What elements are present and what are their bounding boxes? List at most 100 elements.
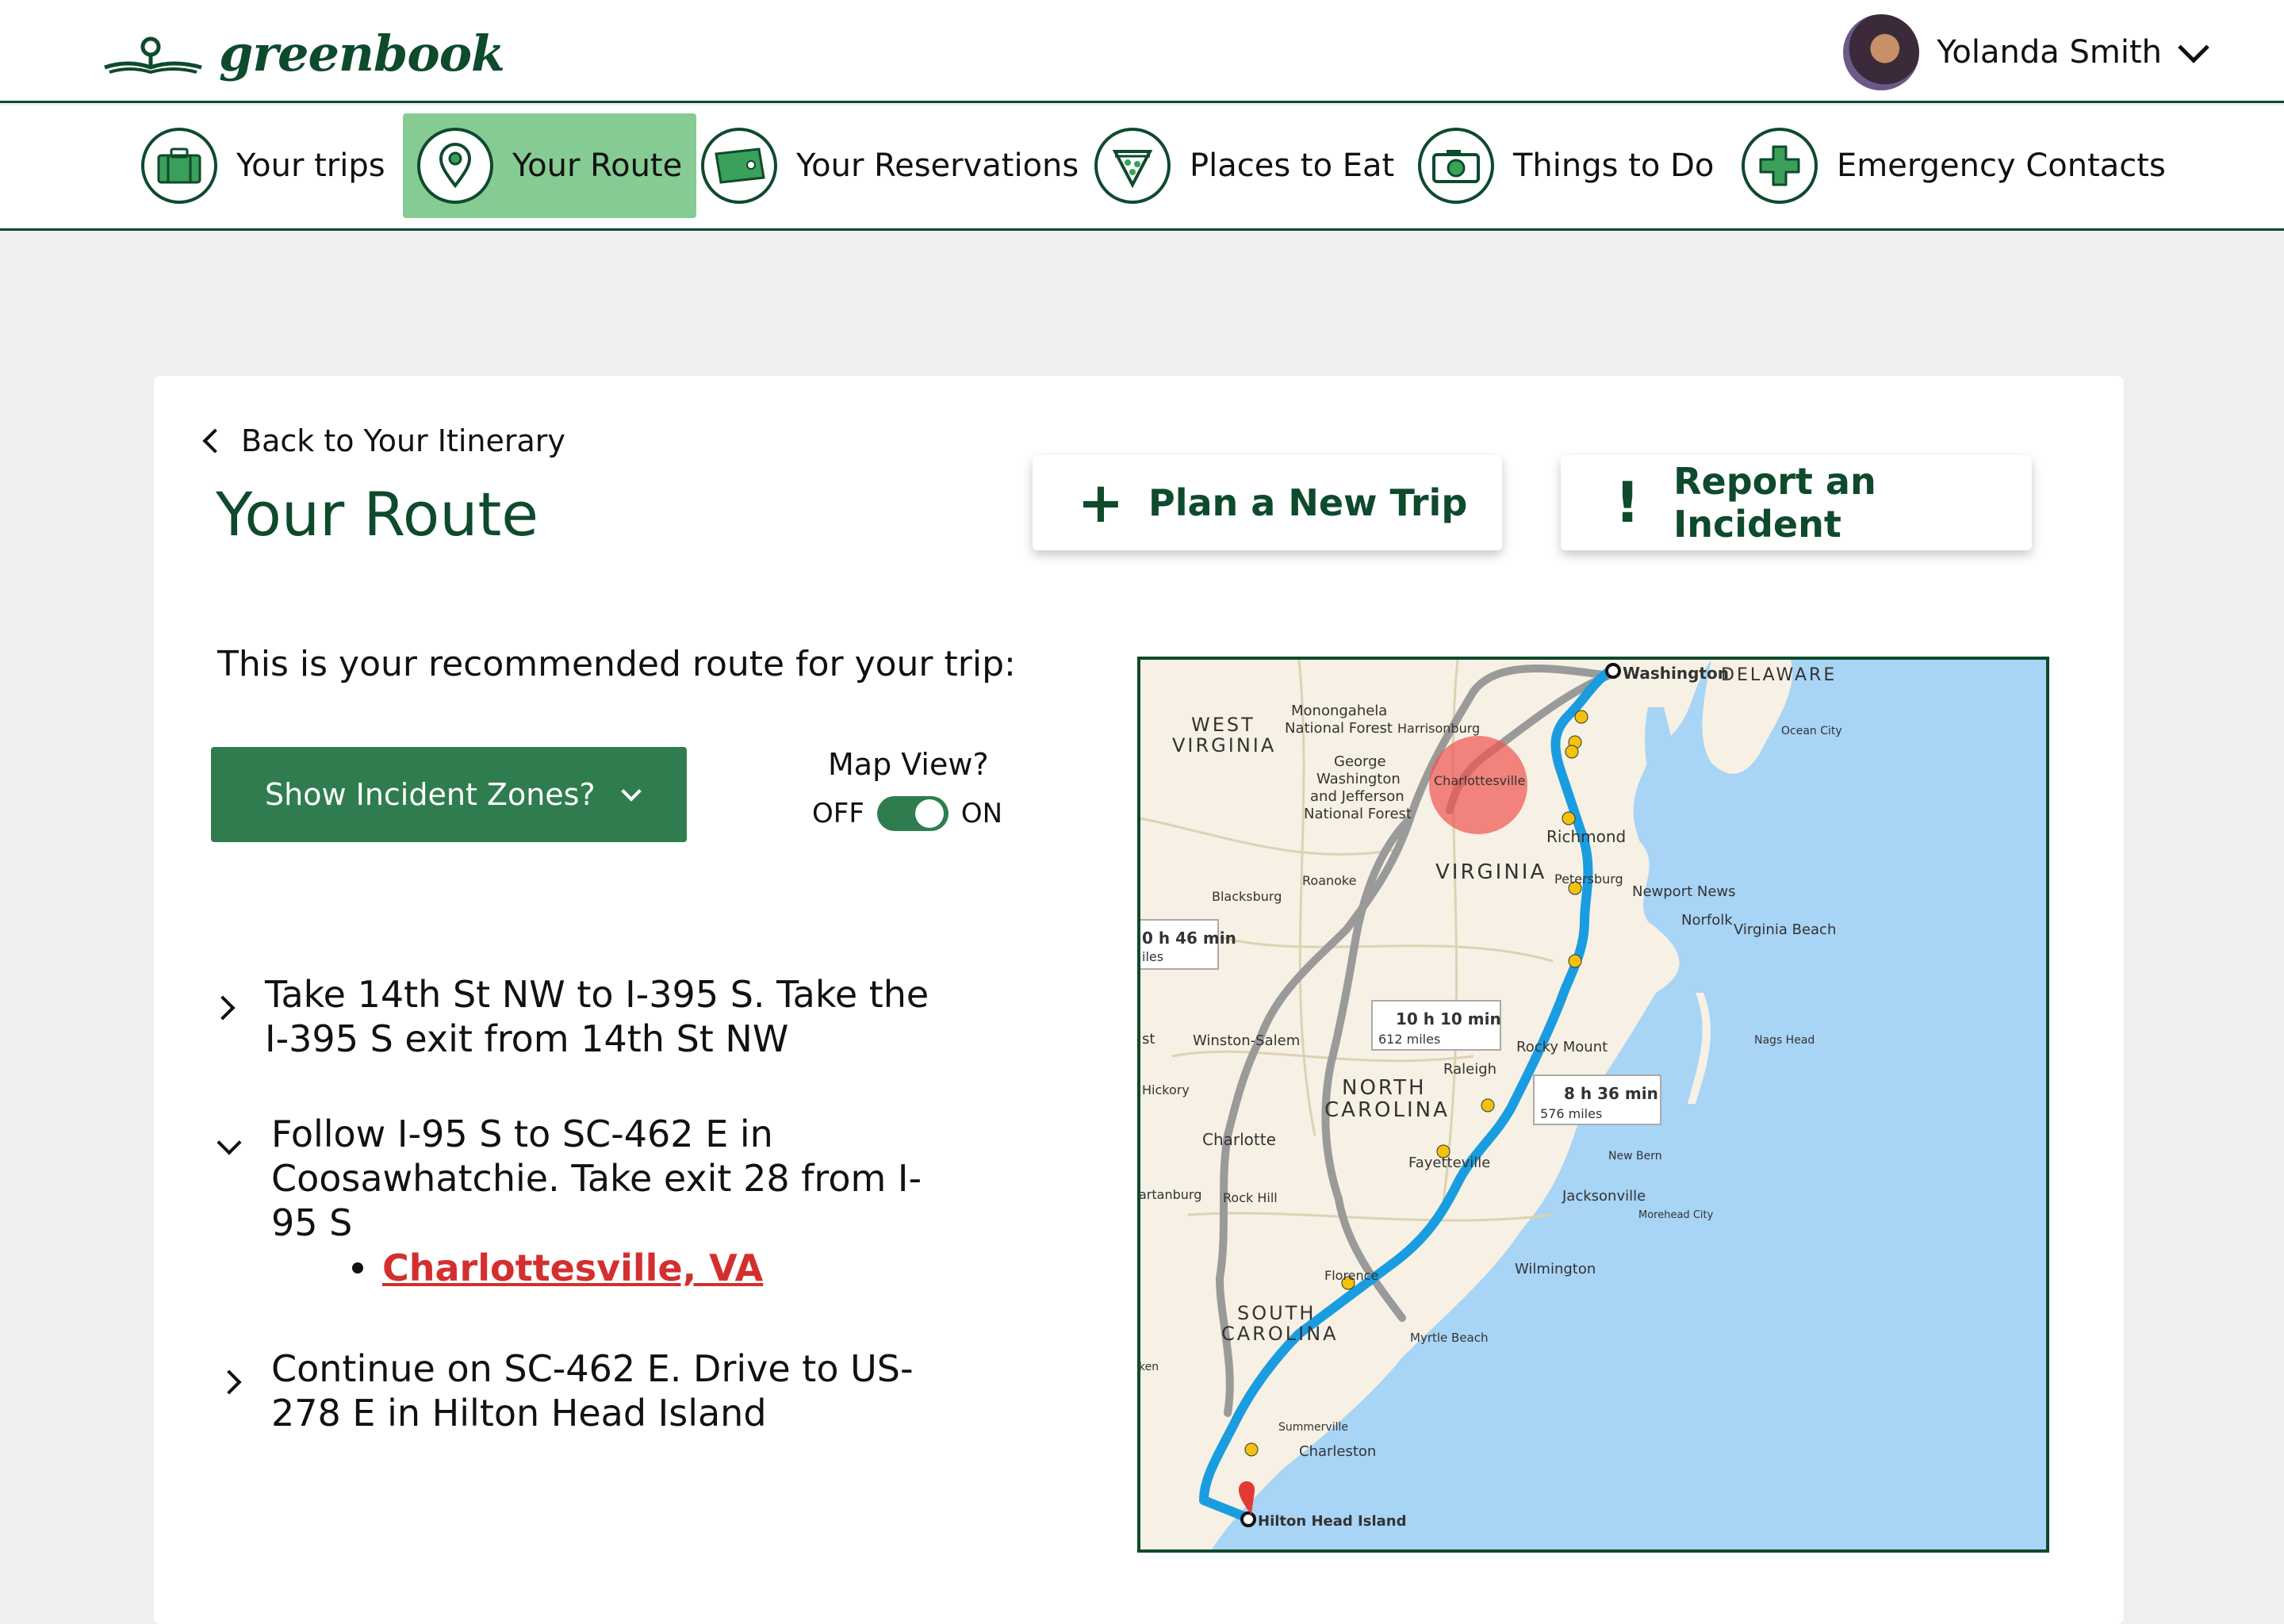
svg-text:Petersburg: Petersburg	[1554, 871, 1623, 887]
pizza-icon	[1094, 128, 1171, 204]
route-info-box-main: 8 h 36 min 576 miles	[1533, 1074, 1661, 1125]
map-view-label: Map View?	[828, 747, 989, 782]
svg-text:Richmond: Richmond	[1546, 827, 1626, 846]
logo-text: greenbook	[219, 24, 505, 82]
tab-your-route[interactable]: Your Route	[403, 113, 697, 218]
tab-label: Things to Do	[1513, 147, 1715, 184]
svg-text:Summerville: Summerville	[1278, 1421, 1348, 1434]
svg-text:Fayetteville: Fayetteville	[1408, 1155, 1490, 1171]
tab-your-trips[interactable]: Your trips	[127, 113, 400, 218]
incident-location-link[interactable]: Charlottesville, VA	[382, 1247, 763, 1289]
svg-text:0 h 46 min: 0 h 46 min	[1142, 929, 1236, 948]
svg-text:Winston-Salem: Winston-Salem	[1193, 1032, 1300, 1049]
step-text: Take 14th St NW to I-395 S. Take the I-3…	[265, 973, 929, 1060]
svg-text:WEST: WEST	[1191, 714, 1255, 736]
svg-text:CAROLINA: CAROLINA	[1324, 1098, 1450, 1122]
map-pin-icon	[417, 128, 493, 204]
svg-text:National Forest: National Forest	[1304, 806, 1412, 822]
incident-list-item: Charlottesville, VA	[352, 1247, 763, 1289]
avatar	[1843, 14, 1920, 90]
svg-text:VIRGINIA: VIRGINIA	[1172, 734, 1276, 756]
back-label: Back to Your Itinerary	[241, 423, 565, 458]
plus-icon: +	[1077, 470, 1125, 535]
route-info-box-mid: 10 h 10 min 612 miles	[1371, 1000, 1501, 1051]
svg-text:Florence: Florence	[1324, 1268, 1378, 1283]
svg-text:Monongahela: Monongahela	[1291, 703, 1387, 719]
svg-text:Wilmington: Wilmington	[1515, 1261, 1596, 1277]
toggle-on-label: ON	[960, 798, 1003, 829]
svg-text:Ocean City: Ocean City	[1781, 725, 1842, 737]
tab-places-to-eat[interactable]: Places to Eat	[1080, 113, 1408, 218]
svg-text:iles: iles	[1142, 949, 1163, 964]
suitcase-icon	[141, 128, 217, 204]
bullet	[352, 1262, 363, 1274]
plan-new-trip-button[interactable]: + Plan a New Trip	[1033, 455, 1502, 550]
book-icon	[104, 36, 202, 75]
svg-text:George: George	[1334, 753, 1386, 770]
svg-text:Hickory: Hickory	[1142, 1082, 1190, 1097]
tab-label: Your trips	[236, 147, 385, 184]
svg-text:Nags Head: Nags Head	[1754, 1034, 1815, 1047]
svg-text:Blacksburg: Blacksburg	[1212, 889, 1282, 904]
svg-text:612 miles: 612 miles	[1378, 1032, 1440, 1047]
top-bar: greenbook Yolanda Smith	[0, 0, 2284, 103]
tab-label: Emergency Contacts	[1837, 147, 2166, 184]
tab-label: Your Route	[512, 147, 683, 184]
svg-text:Washington: Washington	[1316, 771, 1401, 787]
map-view-toggle-row: OFF ON	[812, 796, 1002, 831]
page-title: Your Route	[216, 479, 539, 550]
svg-text:Rocky Mount: Rocky Mount	[1516, 1039, 1608, 1055]
map-view-toggle[interactable]	[876, 796, 948, 831]
svg-text:10 h 10 min: 10 h 10 min	[1396, 1009, 1501, 1028]
svg-text:Rock Hill: Rock Hill	[1223, 1190, 1278, 1205]
toggle-off-label: OFF	[812, 798, 864, 829]
svg-text:Jacksonville: Jacksonville	[1562, 1188, 1646, 1205]
svg-text:New Bern: New Bern	[1608, 1150, 1662, 1162]
user-menu[interactable]: Yolanda Smith	[1843, 14, 2209, 90]
svg-text:VIRGINIA: VIRGINIA	[1435, 860, 1546, 884]
incident-dropdown-label: Show Incident Zones?	[265, 777, 596, 812]
destination-marker	[1240, 1511, 1256, 1527]
main-nav: Your trips Your Route Your Reservations	[0, 105, 2284, 231]
tab-label: Your Reservations	[796, 147, 1079, 184]
svg-text:Hilton Head Island: Hilton Head Island	[1258, 1513, 1406, 1530]
route-map[interactable]: 10 h 10 min 612 miles 8 h 36 min 576 mil…	[1137, 657, 2049, 1553]
svg-text:ken: ken	[1140, 1361, 1159, 1373]
svg-text:Charlotte: Charlotte	[1202, 1130, 1276, 1149]
step-text: Follow I-95 S to SC-462 E in Coosawhatch…	[271, 1113, 922, 1244]
svg-text:NORTH: NORTH	[1342, 1076, 1427, 1100]
chevron-right-icon	[217, 1369, 242, 1395]
tab-things-to-do[interactable]: Things to Do	[1404, 113, 1728, 218]
tab-your-reservations[interactable]: Your Reservations	[687, 113, 1093, 218]
step-text: Continue on SC-462 E. Drive to US-278 E …	[271, 1347, 914, 1434]
camera-icon	[1418, 128, 1494, 204]
svg-text:DELAWARE: DELAWARE	[1721, 665, 1837, 685]
svg-text:Morehead City: Morehead City	[1638, 1209, 1714, 1221]
svg-text:Myrtle Beach: Myrtle Beach	[1410, 1331, 1489, 1345]
route-step[interactable]: Continue on SC-462 E. Drive to US-278 E …	[214, 1346, 953, 1435]
route-card: Back to Your Itinerary Your Route + Plan…	[154, 376, 2124, 1624]
route-step[interactable]: Take 14th St NW to I-395 S. Take the I-3…	[210, 972, 947, 1061]
chevron-down-icon	[2178, 32, 2209, 63]
route-step[interactable]: Follow I-95 S to SC-462 E in Coosawhatch…	[214, 1112, 953, 1245]
chevron-down-icon	[620, 781, 642, 802]
chevron-left-icon	[202, 428, 228, 454]
route-subtitle: This is your recommended route for your …	[217, 644, 1016, 684]
incident-zones-dropdown[interactable]: Show Incident Zones?	[211, 747, 687, 842]
back-to-itinerary-link[interactable]: Back to Your Itinerary	[202, 423, 565, 458]
tab-label: Places to Eat	[1190, 147, 1395, 184]
svg-text:Norfolk: Norfolk	[1681, 912, 1733, 929]
exclamation-icon: !	[1615, 470, 1641, 535]
user-name: Yolanda Smith	[1937, 34, 2162, 71]
svg-text:SOUTH: SOUTH	[1237, 1302, 1316, 1324]
svg-text:artanburg: artanburg	[1140, 1187, 1201, 1202]
medical-cross-icon	[1742, 128, 1818, 204]
logo[interactable]: greenbook	[102, 17, 505, 89]
svg-text:and Jefferson: and Jefferson	[1310, 788, 1405, 805]
report-button-label: Report an Incident	[1673, 460, 1876, 546]
svg-text:Virginia Beach: Virginia Beach	[1734, 921, 1836, 938]
report-incident-button[interactable]: ! Report an Incident	[1561, 455, 2032, 550]
tab-emergency-contacts[interactable]: Emergency Contacts	[1727, 113, 2180, 218]
ticket-icon	[701, 128, 777, 204]
svg-text:8 h 36 min: 8 h 36 min	[1564, 1084, 1658, 1103]
